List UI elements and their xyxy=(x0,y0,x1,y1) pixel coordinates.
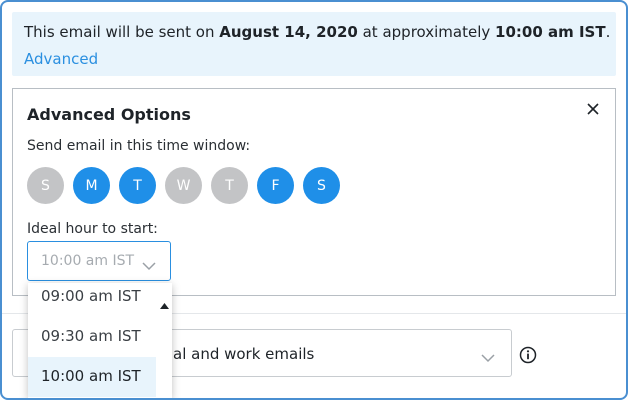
day-toggle-monday[interactable]: M xyxy=(73,167,110,204)
ideal-hour-label: Ideal hour to start: xyxy=(27,221,158,237)
advanced-link[interactable]: Advanced xyxy=(24,50,98,68)
day-toggle-tuesday[interactable]: T xyxy=(119,167,156,204)
info-icon[interactable] xyxy=(519,346,537,364)
hour-option[interactable]: 10:00 am IST xyxy=(28,357,156,397)
panel-title: Advanced Options xyxy=(27,105,191,124)
notice-time: 10:00 am IST xyxy=(495,23,606,41)
notice-prefix: This email will be sent on xyxy=(24,23,220,41)
hour-dropdown-menu: 09:00 am IST 09:30 am IST 10:00 am IST xyxy=(28,283,172,398)
day-toggle-wednesday[interactable]: W xyxy=(165,167,202,204)
ideal-hour-select[interactable]: 10:00 am IST xyxy=(27,241,171,281)
day-selector: S M T W T F S xyxy=(27,167,340,204)
hour-option-label: 09:00 am IST xyxy=(41,287,141,305)
hour-option-label: 09:30 am IST xyxy=(41,327,141,345)
dropdown-scrollbar[interactable] xyxy=(157,283,172,398)
schedule-email-dialog: This email will be sent on August 14, 20… xyxy=(0,0,628,400)
hour-option[interactable]: 09:30 am IST xyxy=(28,317,156,357)
ideal-hour-value: 10:00 am IST xyxy=(41,253,135,269)
notice-date: August 14, 2020 xyxy=(219,23,358,41)
advanced-options-panel: Advanced Options Send email in this time… xyxy=(12,88,616,296)
chevron-down-icon xyxy=(142,256,156,275)
scroll-up-arrow-icon[interactable] xyxy=(160,294,169,313)
schedule-notice-text: This email will be sent on August 14, 20… xyxy=(24,23,610,41)
day-toggle-friday[interactable]: F xyxy=(257,167,294,204)
chevron-down-icon xyxy=(481,348,495,367)
day-toggle-sunday[interactable]: S xyxy=(27,167,64,204)
email-type-value: al and work emails xyxy=(173,345,315,363)
hour-option-label: 10:00 am IST xyxy=(41,367,141,385)
schedule-notice-banner: This email will be sent on August 14, 20… xyxy=(12,12,616,76)
hour-option[interactable]: 09:00 am IST xyxy=(28,283,156,317)
day-toggle-saturday[interactable]: S xyxy=(303,167,340,204)
time-window-label: Send email in this time window: xyxy=(27,138,251,154)
notice-suffix: . xyxy=(605,23,611,41)
close-icon[interactable] xyxy=(583,99,603,119)
day-toggle-thursday[interactable]: T xyxy=(211,167,248,204)
notice-middle: at approximately xyxy=(357,23,496,41)
